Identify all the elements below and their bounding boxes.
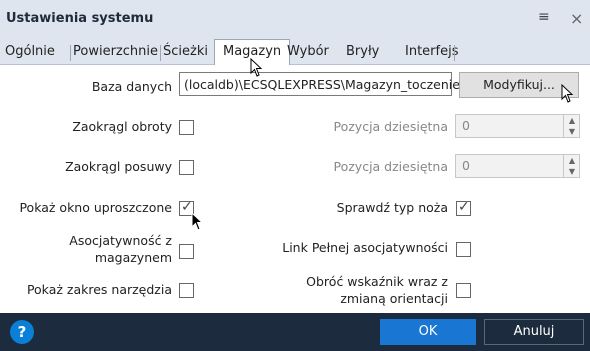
tab-sciezki[interactable]: Ścieżki (163, 44, 208, 59)
checkmark-icon: ✓ (458, 199, 470, 215)
tab-separator (70, 45, 71, 61)
cursor-arrow-icon (191, 212, 204, 231)
tab-bryly[interactable]: Bryły (346, 44, 379, 59)
cursor-arrow-icon (561, 84, 574, 103)
spin-up-icon: ▲ (568, 156, 576, 165)
tab-separator (160, 45, 161, 61)
show-tool-range-checkbox[interactable] (179, 283, 194, 298)
round-speed-label: Zaokrągl obroty (72, 119, 172, 134)
dialog-footer: ? OK Anuluj (0, 313, 590, 351)
spin-down-icon: ▼ (568, 127, 576, 136)
decimal-position-value-1: 0 (462, 118, 470, 133)
decimal-position-value-2: 0 (462, 158, 470, 173)
full-assoc-link-checkbox[interactable] (456, 242, 471, 257)
database-label: Baza danych (91, 79, 172, 94)
cursor-arrow-icon (250, 58, 263, 77)
rotate-indicator-checkbox[interactable] (456, 283, 471, 298)
tab-interfejs[interactable]: Interfejs (405, 44, 458, 59)
round-feed-label: Zaokrągl posuwy (65, 159, 172, 174)
decimal-position-label-2: Pozycja dziesiętna (333, 159, 449, 174)
show-tool-range-label: Pokaż zakres narzędzia (26, 282, 172, 297)
window-title: Ustawienia systemu (6, 11, 154, 26)
decimal-position-input-2: 0 (455, 154, 580, 178)
show-simplified-label: Pokaż okno uproszczone (19, 200, 172, 215)
check-tool-type-label: Sprawdź typ noża (336, 200, 448, 215)
help-icon[interactable]: ? (10, 320, 34, 344)
spin-down-icon: ▼ (568, 167, 576, 176)
tab-powierzchnie[interactable]: Powierzchnie (73, 44, 158, 59)
database-field[interactable]: (localdb)\ECSQLEXPRESS\Magazyn_toczenie (179, 72, 460, 96)
full-assoc-link-label: Link Pełnej asocjatywności (282, 240, 448, 255)
tab-ogolnie[interactable]: Ogólnie (5, 44, 55, 59)
associativity-checkbox[interactable] (179, 244, 194, 259)
rotate-indicator-label-1: Obróć wskaźnik wraz z (306, 274, 448, 289)
associativity-label-1: Asocjatywność z (69, 233, 172, 248)
spin-up-icon: ▲ (568, 116, 576, 125)
round-feed-checkbox[interactable] (179, 160, 194, 175)
check-tool-type-checkbox[interactable]: ✓ (456, 199, 471, 216)
ok-button[interactable]: OK (380, 319, 476, 345)
tab-bar: Ogólnie Powierzchnie Ścieżki Magazyn Wyb… (0, 39, 590, 65)
rotate-indicator-label-2: zmianą orientacji (340, 291, 448, 306)
tab-wybor[interactable]: Wybór (287, 44, 329, 59)
decimal-position-input-1: 0 (455, 114, 580, 138)
decimal-spinner-2: ▲ ▼ (563, 155, 580, 177)
title-bar: Ustawienia systemu ≡ × (0, 0, 590, 40)
tab-separator (454, 45, 455, 61)
decimal-position-label-1: Pozycja dziesiętna (333, 119, 449, 134)
grip-icon[interactable]: ≡ (538, 9, 550, 25)
round-speed-checkbox[interactable] (179, 120, 194, 135)
decimal-spinner-1: ▲ ▼ (563, 115, 580, 137)
close-icon[interactable]: × (570, 9, 583, 28)
cancel-button[interactable]: Anuluj (484, 319, 584, 345)
associativity-label-2: magazynem (94, 250, 172, 265)
